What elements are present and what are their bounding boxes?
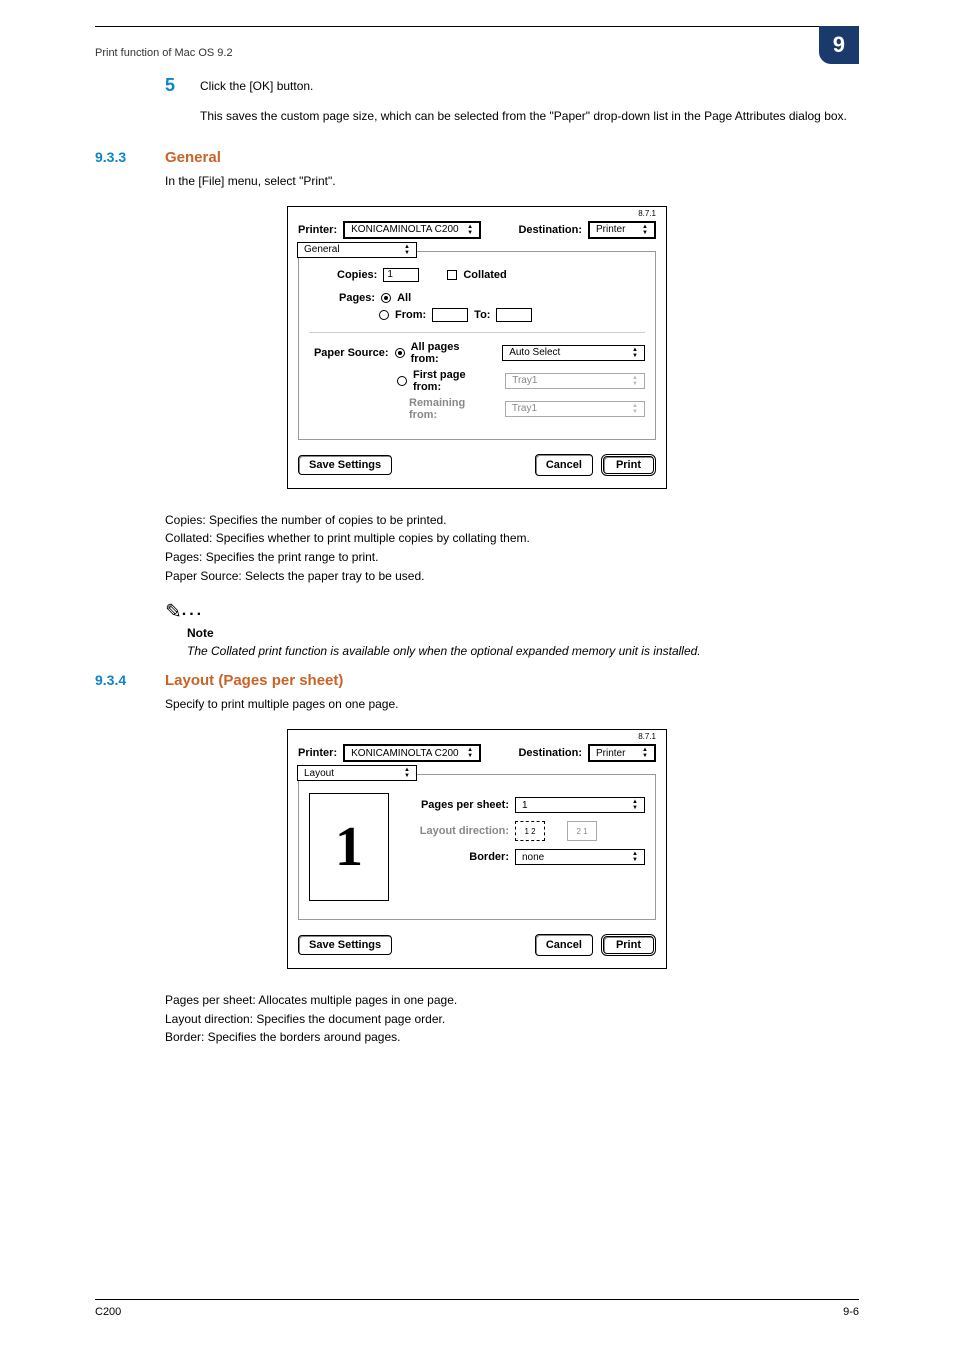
section-number: 9.3.3 <box>95 149 165 165</box>
panel-value: General <box>304 244 340 255</box>
to-label: To: <box>474 309 490 321</box>
border-label: Border: <box>405 851 509 863</box>
destination-select[interactable]: Printer <box>588 221 656 239</box>
destination-label: Destination: <box>518 224 582 236</box>
footer-right: 9-6 <box>843 1306 859 1318</box>
def-copies: Copies: Specifies the number of copies t… <box>165 511 859 530</box>
def-collated: Collated: Specifies whether to print mul… <box>165 529 859 548</box>
panel-select[interactable]: Layout <box>297 765 417 781</box>
pages-per-sheet-label: Pages per sheet: <box>405 799 509 811</box>
section-intro: Specify to print multiple pages on one p… <box>165 697 859 711</box>
panel-value: Layout <box>304 768 334 779</box>
remaining-from-select: Tray1 <box>505 401 645 417</box>
to-input[interactable] <box>496 308 532 322</box>
header-title: Print function of Mac OS 9.2 <box>95 47 233 59</box>
footer-left: C200 <box>95 1306 121 1318</box>
collated-label: Collated <box>463 269 506 281</box>
note-label: Note <box>187 626 859 640</box>
destination-value: Printer <box>596 748 625 759</box>
section-title: Layout (Pages per sheet) <box>165 672 343 689</box>
step-paragraph: This saves the custom page size, which c… <box>200 108 859 125</box>
border-select[interactable]: none <box>515 849 645 865</box>
destination-value: Printer <box>596 224 625 235</box>
copies-label: Copies: <box>337 269 377 281</box>
layout-direction-rl[interactable]: 2 1 <box>567 821 597 841</box>
def-pps: Pages per sheet: Allocates multiple page… <box>165 991 859 1010</box>
print-button[interactable]: Print <box>601 454 656 476</box>
first-page-tray: Tray1 <box>512 375 537 386</box>
destination-select[interactable]: Printer <box>588 744 656 762</box>
panel-select[interactable]: General <box>297 242 417 258</box>
all-pages-from-select[interactable]: Auto Select <box>502 345 645 361</box>
remaining-tray: Tray1 <box>512 403 537 414</box>
step-number: 5 <box>165 75 200 96</box>
collated-checkbox[interactable] <box>447 270 457 280</box>
pages-label: Pages: <box>339 292 375 304</box>
dialog-version: 8.7.1 <box>638 732 656 741</box>
remaining-from-label: Remaining from: <box>409 397 490 421</box>
chapter-badge: 9 <box>819 26 859 64</box>
pages-all-label: All <box>397 292 411 304</box>
print-dialog-general: 8.7.1 Printer: KONICAMINOLTA C200 Destin… <box>287 206 667 489</box>
printer-select[interactable]: KONICAMINOLTA C200 <box>343 221 481 239</box>
save-settings-button[interactable]: Save Settings <box>298 455 392 475</box>
from-label: From: <box>395 309 426 321</box>
layout-direction-label: Layout direction: <box>405 825 509 837</box>
note-icon: ✎ <box>165 601 182 623</box>
def-pages: Pages: Specifies the print range to prin… <box>165 548 859 567</box>
print-dialog-layout: 8.7.1 Printer: KONICAMINOLTA C200 Destin… <box>287 729 667 969</box>
def-border: Border: Specifies the borders around pag… <box>165 1028 859 1047</box>
first-page-from-label: First page from: <box>413 369 490 393</box>
pages-per-sheet-select[interactable]: 1 <box>515 797 645 813</box>
def-paper-source: Paper Source: Selects the paper tray to … <box>165 567 859 586</box>
first-page-from-radio[interactable] <box>397 376 407 386</box>
dialog-version: 8.7.1 <box>638 209 656 218</box>
cancel-button[interactable]: Cancel <box>535 454 593 476</box>
section-number: 9.3.4 <box>95 672 165 688</box>
first-page-from-select: Tray1 <box>505 373 645 389</box>
section-title: General <box>165 149 221 166</box>
from-input[interactable] <box>432 308 468 322</box>
pages-per-sheet-value: 1 <box>522 800 528 811</box>
border-value: none <box>522 852 544 863</box>
auto-select-value: Auto Select <box>509 347 560 358</box>
copies-input[interactable] <box>383 268 419 282</box>
section-intro: In the [File] menu, select "Print". <box>165 174 859 188</box>
pages-all-radio[interactable] <box>381 293 391 303</box>
all-pages-from-label: All pages from: <box>411 341 487 365</box>
note-text: The Collated print function is available… <box>187 644 859 658</box>
destination-label: Destination: <box>518 747 582 759</box>
printer-value: KONICAMINOLTA C200 <box>351 748 458 759</box>
printer-label: Printer: <box>298 747 337 759</box>
all-pages-from-radio[interactable] <box>395 348 405 358</box>
paper-source-label: Paper Source: <box>309 347 389 359</box>
layout-preview: 1 <box>309 793 389 901</box>
printer-label: Printer: <box>298 224 337 236</box>
def-layout-direction: Layout direction: Specifies the document… <box>165 1010 859 1029</box>
pages-from-radio[interactable] <box>379 310 389 320</box>
step-text: Click the [OK] button. <box>200 75 313 93</box>
cancel-button[interactable]: Cancel <box>535 934 593 956</box>
save-settings-button[interactable]: Save Settings <box>298 935 392 955</box>
printer-select[interactable]: KONICAMINOLTA C200 <box>343 744 481 762</box>
layout-direction-lr[interactable]: 1 2 <box>515 821 545 841</box>
print-button[interactable]: Print <box>601 934 656 956</box>
printer-value: KONICAMINOLTA C200 <box>351 224 458 235</box>
note-block: ✎... Note The Collated print function is… <box>165 599 859 658</box>
